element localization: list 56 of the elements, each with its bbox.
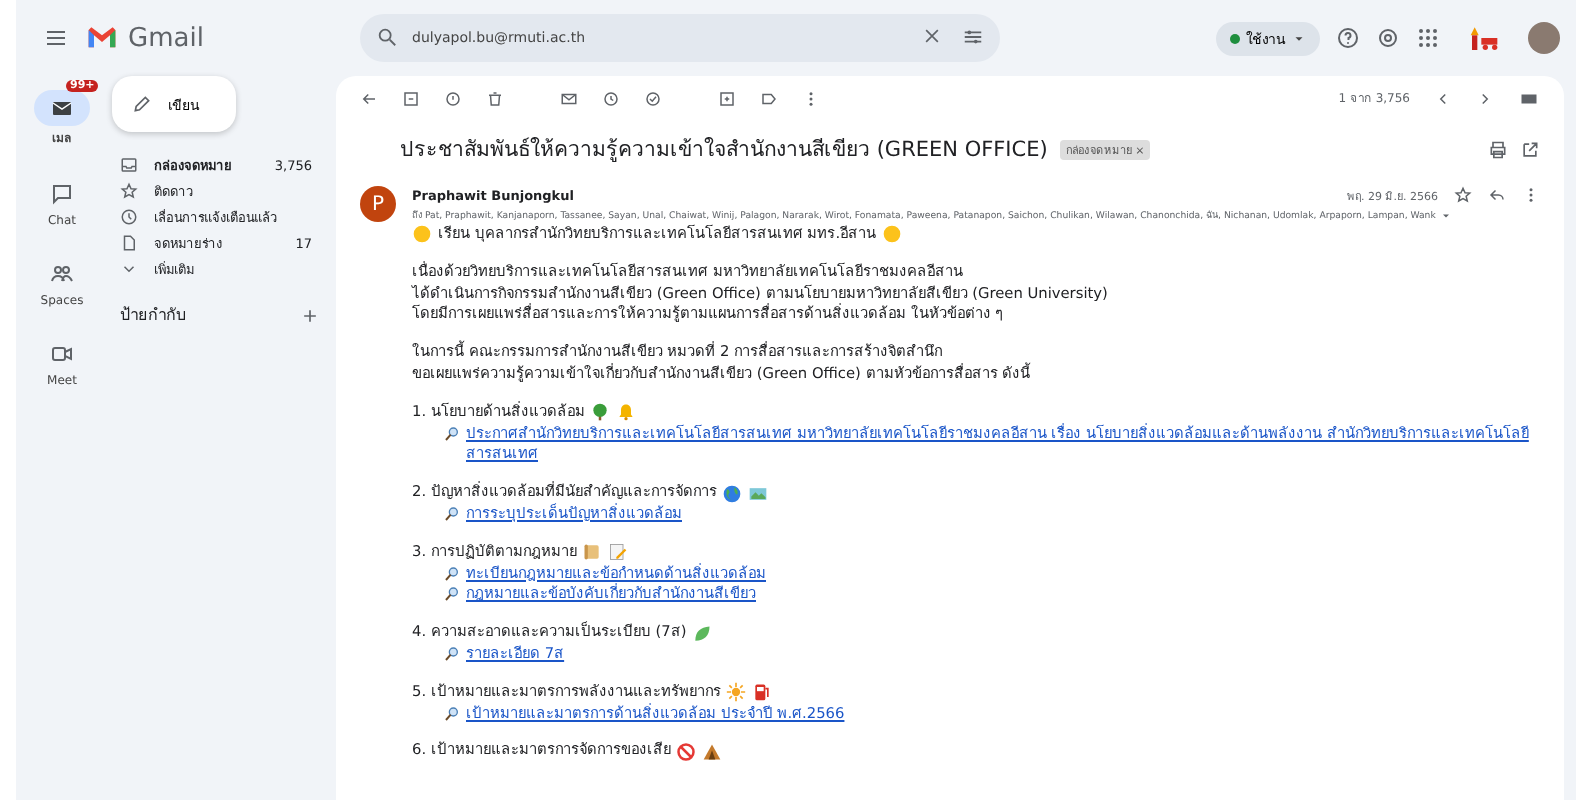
email-subject: ประชาสัมพันธ์ให้ความรู้ความเข้าใจสำนักงานสีเขียว (GREEN OFFICE) bbox=[400, 135, 1048, 166]
label-icon[interactable] bbox=[760, 89, 778, 107]
reply-icon[interactable] bbox=[1488, 186, 1506, 204]
prohibited-icon bbox=[676, 741, 697, 762]
caret-icon[interactable] bbox=[1439, 209, 1452, 221]
tree-icon bbox=[590, 402, 611, 423]
envelope-icon[interactable] bbox=[560, 89, 578, 107]
clock-icon[interactable] bbox=[602, 89, 620, 107]
task-check-icon[interactable] bbox=[644, 89, 662, 107]
star-icon bbox=[120, 182, 138, 200]
memo-icon bbox=[608, 542, 629, 563]
video-camera-icon bbox=[50, 342, 74, 366]
settings-icon[interactable] bbox=[1376, 26, 1400, 50]
magnifier-icon bbox=[444, 705, 460, 722]
people-icon bbox=[50, 262, 74, 286]
search-icon bbox=[376, 26, 398, 48]
magnifier-icon bbox=[444, 565, 460, 582]
fuel-pump-icon bbox=[752, 682, 773, 703]
document-icon bbox=[120, 234, 138, 252]
menu-icon[interactable] bbox=[44, 26, 68, 50]
caret-icon bbox=[1292, 31, 1306, 45]
magnifier-icon bbox=[444, 425, 460, 442]
scroll-icon bbox=[582, 542, 603, 563]
labels-heading: ป้ายกำกับ bbox=[120, 304, 186, 328]
avatar[interactable] bbox=[1528, 22, 1560, 54]
archive-icon[interactable] bbox=[402, 89, 420, 107]
emoji-icon bbox=[412, 224, 432, 245]
mail-icon bbox=[50, 96, 74, 120]
app-name: Gmail bbox=[128, 23, 204, 53]
filter-icon[interactable] bbox=[962, 26, 984, 48]
clock-icon bbox=[120, 208, 138, 226]
tent-icon bbox=[702, 741, 723, 762]
open-new-window-icon[interactable] bbox=[1520, 139, 1540, 159]
map-icon bbox=[748, 483, 769, 504]
magnifier-icon bbox=[444, 505, 460, 522]
print-icon[interactable] bbox=[1488, 139, 1508, 159]
leaf-icon bbox=[692, 623, 713, 644]
globe-icon bbox=[722, 483, 743, 504]
star-icon[interactable] bbox=[1454, 186, 1472, 204]
apps-icon[interactable] bbox=[1416, 26, 1440, 50]
magnifier-icon bbox=[444, 645, 460, 662]
magnifier-icon bbox=[444, 586, 460, 603]
help-icon[interactable] bbox=[1336, 26, 1360, 50]
emoji-icon bbox=[882, 224, 903, 245]
close-icon[interactable] bbox=[922, 26, 942, 46]
chat-icon bbox=[50, 182, 74, 206]
folder-move-icon[interactable] bbox=[718, 89, 736, 107]
bell-icon bbox=[616, 402, 637, 423]
trash-icon[interactable] bbox=[486, 89, 504, 107]
report-icon[interactable] bbox=[444, 89, 462, 107]
add-icon[interactable] bbox=[300, 305, 320, 325]
back-arrow-icon[interactable] bbox=[360, 89, 378, 107]
pencil-icon bbox=[132, 94, 152, 114]
sun-icon bbox=[726, 682, 747, 703]
sender-avatar: P bbox=[360, 186, 396, 222]
inbox-icon bbox=[120, 156, 138, 174]
